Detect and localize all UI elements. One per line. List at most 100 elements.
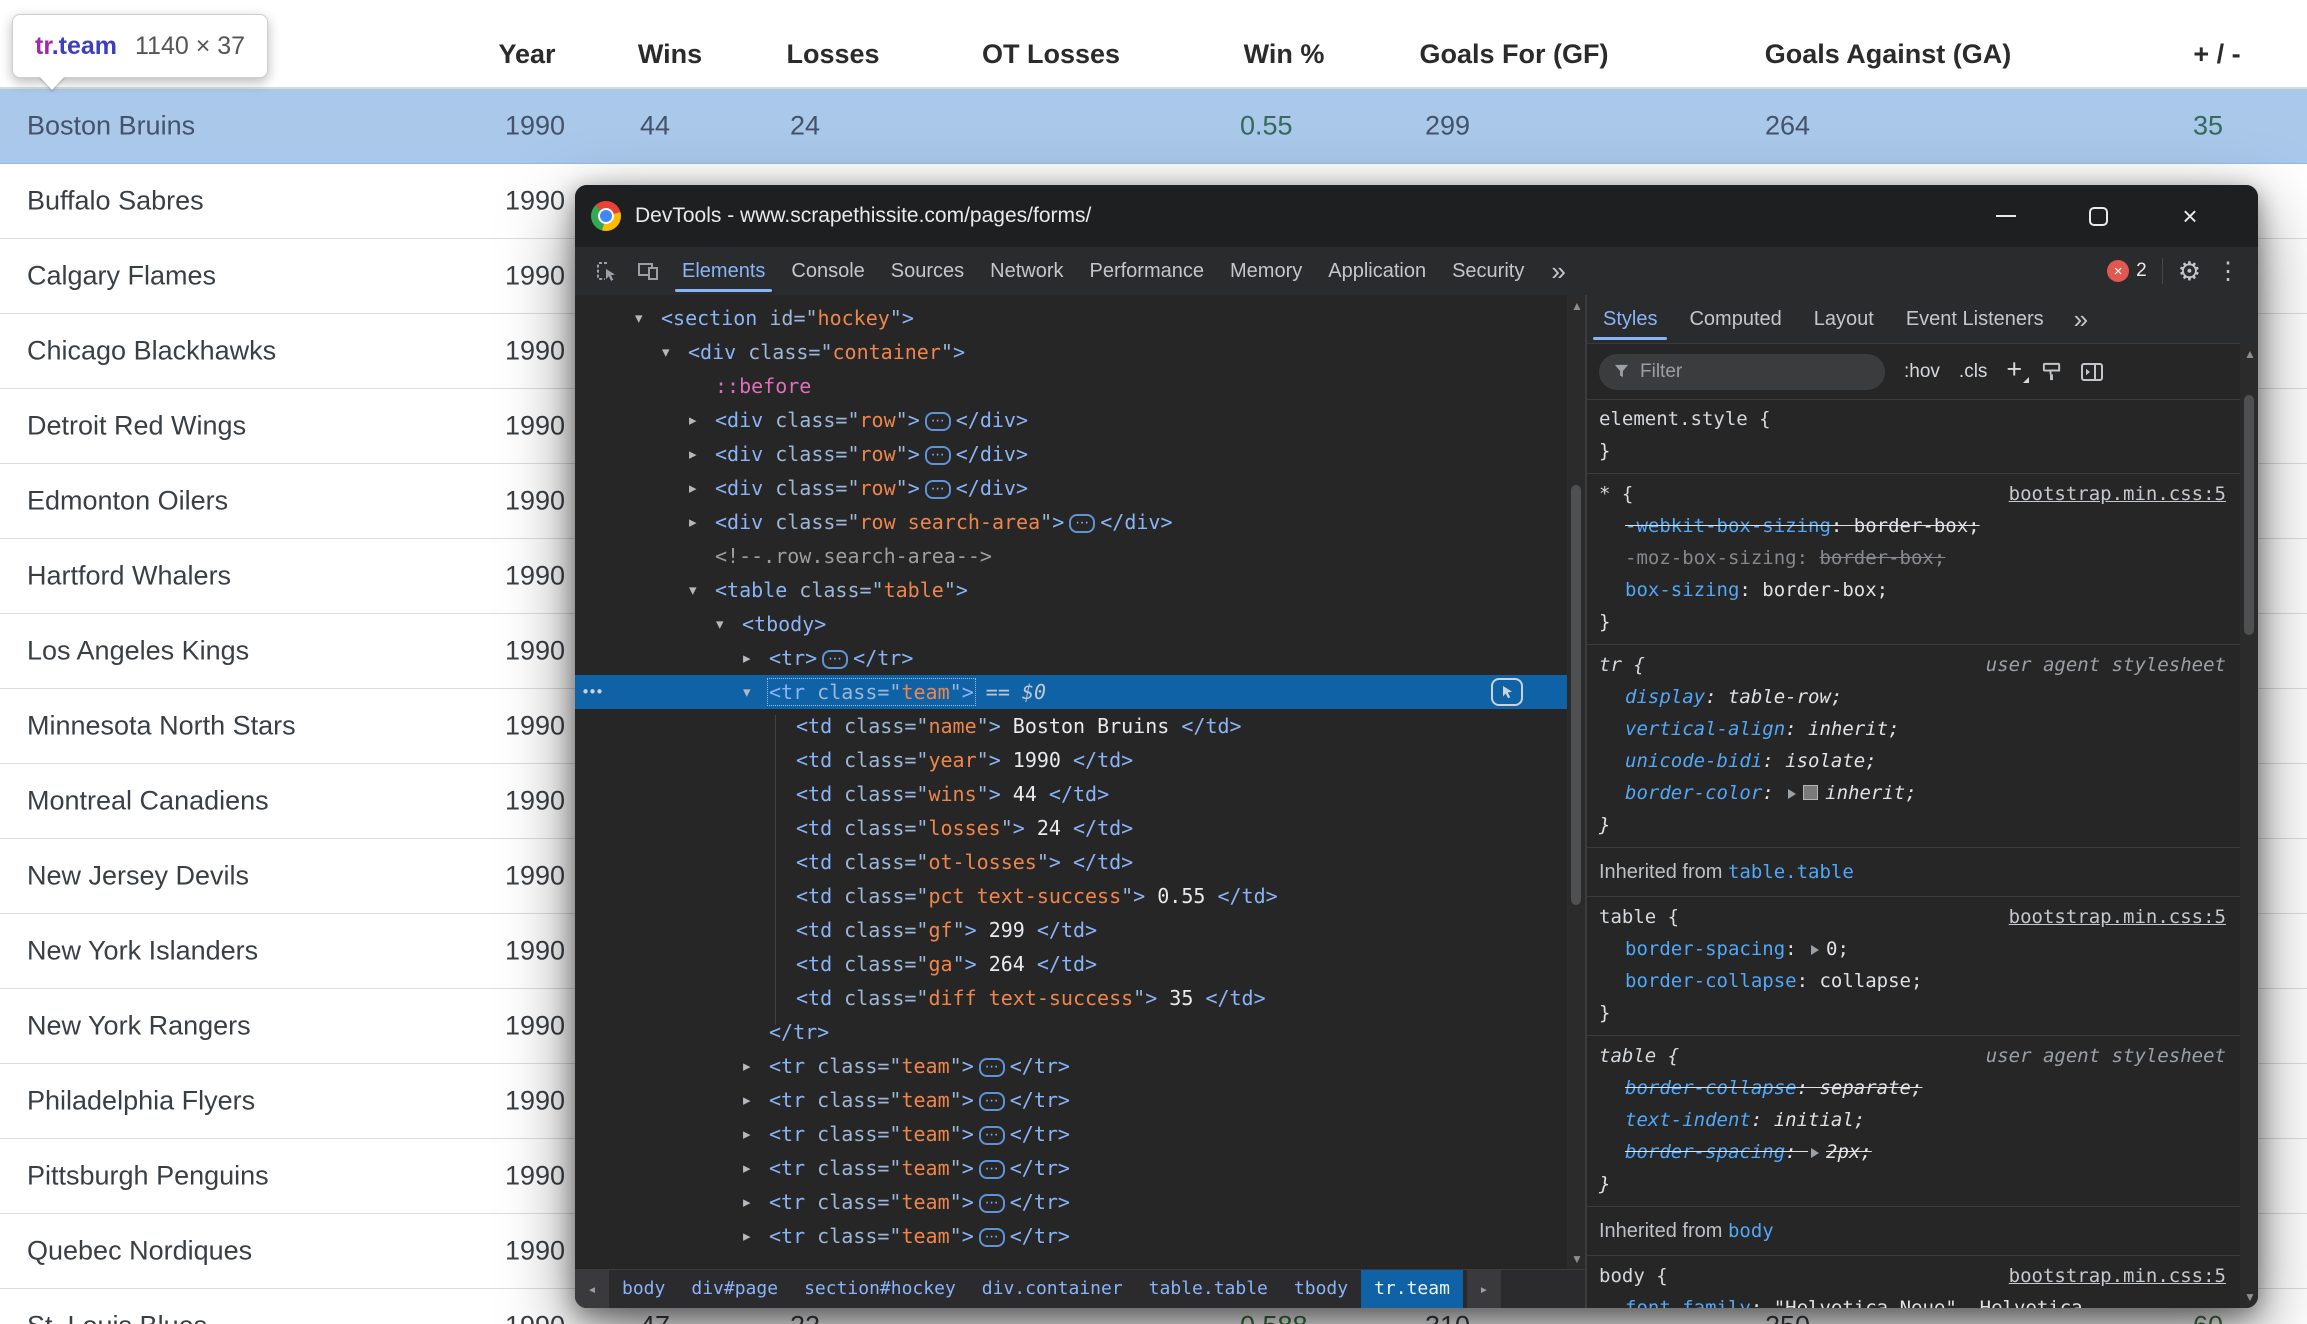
inherited-element-link[interactable]: body [1728,1220,1774,1242]
tree-line[interactable]: ▸ <tr> ⋯ </tr> [575,641,1567,675]
device-toolbar-button[interactable] [627,250,669,292]
rule-header[interactable]: element.style { [1599,403,2240,435]
stylesheet-source-link[interactable]: bootstrap.min.css:5 [2009,1260,2226,1292]
styles-scroll-up-icon[interactable]: ▲ [2244,347,2256,361]
minimize-button[interactable] [1960,185,2052,247]
tree-line[interactable]: ▾ <section id="hockey"> [575,301,1567,335]
expand-value-icon[interactable] [1811,945,1820,955]
collapsed-children-badge[interactable]: ⋯ [924,446,951,465]
tab-application[interactable]: Application [1315,247,1439,295]
breadcrumb-scroll-left-button[interactable]: ◂ [575,1270,609,1308]
chevron-right-icon[interactable]: ▸ [743,1151,751,1185]
collapsed-children-badge[interactable]: ⋯ [978,1126,1005,1145]
chevron-down-icon[interactable]: ▾ [662,335,670,369]
css-declaration[interactable]: border-collapse: collapse; [1599,965,2240,997]
styles-tab-layout[interactable]: Layout [1798,295,1890,343]
tree-line[interactable]: ▸ <div class="row"> ⋯ </div> [575,437,1567,471]
styles-tab-computed[interactable]: Computed [1673,295,1797,343]
elements-scrollbar[interactable]: ▲ ▼ [1567,295,1585,1270]
css-declaration[interactable]: vertical-align: inherit; [1599,713,2240,745]
chevron-right-icon[interactable]: ▸ [689,505,697,539]
toggle-hover-state-button[interactable]: :hov [1904,361,1940,383]
scroll-down-icon[interactable]: ▼ [1571,1252,1583,1266]
tree-line[interactable]: ▸ <tr class="team"> ⋯ </tr> [575,1083,1567,1117]
css-declaration[interactable]: border-spacing: 2px; [1599,1136,2240,1168]
chevron-right-icon[interactable]: ▸ [743,1083,751,1117]
tree-line[interactable]: <!--.row.search-area--> [575,539,1567,573]
tab-sources[interactable]: Sources [878,247,977,295]
chevron-down-icon[interactable]: ▾ [743,675,751,709]
elements-scrollbar-thumb[interactable] [1571,485,1581,905]
drag-handle-icon[interactable]: ••• [581,675,604,709]
close-button[interactable]: × [2144,185,2236,247]
css-declaration[interactable]: border-spacing: 0; [1599,933,2240,965]
tree-line[interactable]: <td class="ga"> 264 </td> [575,947,1567,981]
more-tabs-button[interactable]: » [1537,256,1579,287]
tree-line[interactable]: <td class="ot-losses"> </td> [575,845,1567,879]
breadcrumb-section-hockey[interactable]: section#hockey [791,1270,969,1308]
selected-element-badge-icon[interactable] [1491,678,1523,706]
tab-network[interactable]: Network [977,247,1076,295]
styles-tab-styles[interactable]: Styles [1587,295,1673,343]
styles-filter-input[interactable]: Filter [1599,353,1885,390]
stylesheet-source-link[interactable]: bootstrap.min.css:5 [2009,478,2226,510]
error-badge[interactable]: × 2 [2107,260,2147,282]
tree-line[interactable]: ▸ <tr class="team"> ⋯ </tr> [575,1117,1567,1151]
toggle-classes-button[interactable]: .cls [1959,361,1988,383]
tree-line[interactable]: <td class="wins"> 44 </td> [575,777,1567,811]
tab-performance[interactable]: Performance [1077,247,1218,295]
styles-more-tabs-button[interactable]: » [2060,304,2102,335]
tree-line-selected[interactable]: ▾ ••• <tr class="team"> == $0 [575,675,1567,709]
breadcrumb-div-container[interactable]: div.container [969,1270,1136,1308]
expand-value-icon[interactable] [1788,789,1797,799]
css-declaration[interactable]: text-indent: initial; [1599,1104,2240,1136]
tree-line[interactable]: ▸ <div class="row"> ⋯ </div> [575,471,1567,505]
css-declaration[interactable]: border-collapse: separate; [1599,1072,2240,1104]
chevron-right-icon[interactable]: ▸ [743,641,751,675]
styles-scrollbar[interactable]: ▲ ▼ [2240,343,2258,1308]
chevron-down-icon[interactable]: ▾ [689,573,697,607]
tab-console[interactable]: Console [778,247,877,295]
tab-security[interactable]: Security [1439,247,1537,295]
kebab-menu-icon[interactable]: ⋮ [2216,257,2240,286]
collapsed-children-badge[interactable]: ⋯ [978,1092,1005,1111]
chevron-right-icon[interactable]: ▸ [689,403,697,437]
css-declaration[interactable]: box-sizing: border-box; [1599,574,2240,606]
collapsed-children-badge[interactable]: ⋯ [822,650,849,669]
collapsed-children-badge[interactable]: ⋯ [978,1160,1005,1179]
tree-line[interactable]: <td class="pct text-success"> 0.55 </td> [575,879,1567,913]
tree-line[interactable]: ▾ <tbody> [575,607,1567,641]
styles-scroll-down-icon[interactable]: ▼ [2244,1290,2256,1304]
rule-header[interactable]: body {bootstrap.min.css:5 [1599,1260,2240,1292]
collapsed-children-badge[interactable]: ⋯ [924,480,951,499]
breadcrumb-table-table[interactable]: table.table [1136,1270,1281,1308]
settings-gear-icon[interactable]: ⚙ [2178,256,2201,287]
css-declaration[interactable]: font-family: "Helvetica Neue", Helvetica… [1599,1292,2240,1308]
css-declaration[interactable]: border-color: inherit; [1599,777,2240,809]
tree-line[interactable]: <td class="losses"> 24 </td> [575,811,1567,845]
chevron-right-icon[interactable]: ▸ [743,1185,751,1219]
collapsed-children-badge[interactable]: ⋯ [924,412,951,431]
tree-line[interactable]: ▸ <tr class="team"> ⋯ </tr> [575,1049,1567,1083]
chevron-right-icon[interactable]: ▸ [743,1117,751,1151]
expand-value-icon[interactable] [1811,1148,1820,1158]
new-style-rule-button[interactable]: + [2006,354,2029,385]
tree-line[interactable]: ▾ <div class="container"> [575,335,1567,369]
tree-line[interactable]: ::before [575,369,1567,403]
collapsed-children-badge[interactable]: ⋯ [978,1058,1005,1077]
dock-sidebar-icon[interactable] [2081,362,2104,382]
breadcrumb-tbody[interactable]: tbody [1281,1270,1361,1308]
color-swatch[interactable] [1803,785,1819,800]
chevron-right-icon[interactable]: ▸ [743,1219,751,1253]
tab-elements[interactable]: Elements [669,247,778,295]
devtools-titlebar[interactable]: DevTools - www.scrapethissite.com/pages/… [575,185,2258,247]
breadcrumb-scroll-right-button[interactable]: ▸ [1466,1270,1501,1308]
scroll-up-icon[interactable]: ▲ [1571,299,1583,313]
chevron-right-icon[interactable]: ▸ [743,1049,751,1083]
chevron-right-icon[interactable]: ▸ [689,471,697,505]
tree-line[interactable]: <td class="year"> 1990 </td> [575,743,1567,777]
rule-header[interactable]: table {user agent stylesheet [1599,1040,2240,1072]
css-declaration[interactable]: unicode-bidi: isolate; [1599,745,2240,777]
breadcrumb-body[interactable]: body [609,1270,678,1308]
tree-line[interactable]: ▸ <tr class="team"> ⋯ </tr> [575,1151,1567,1185]
